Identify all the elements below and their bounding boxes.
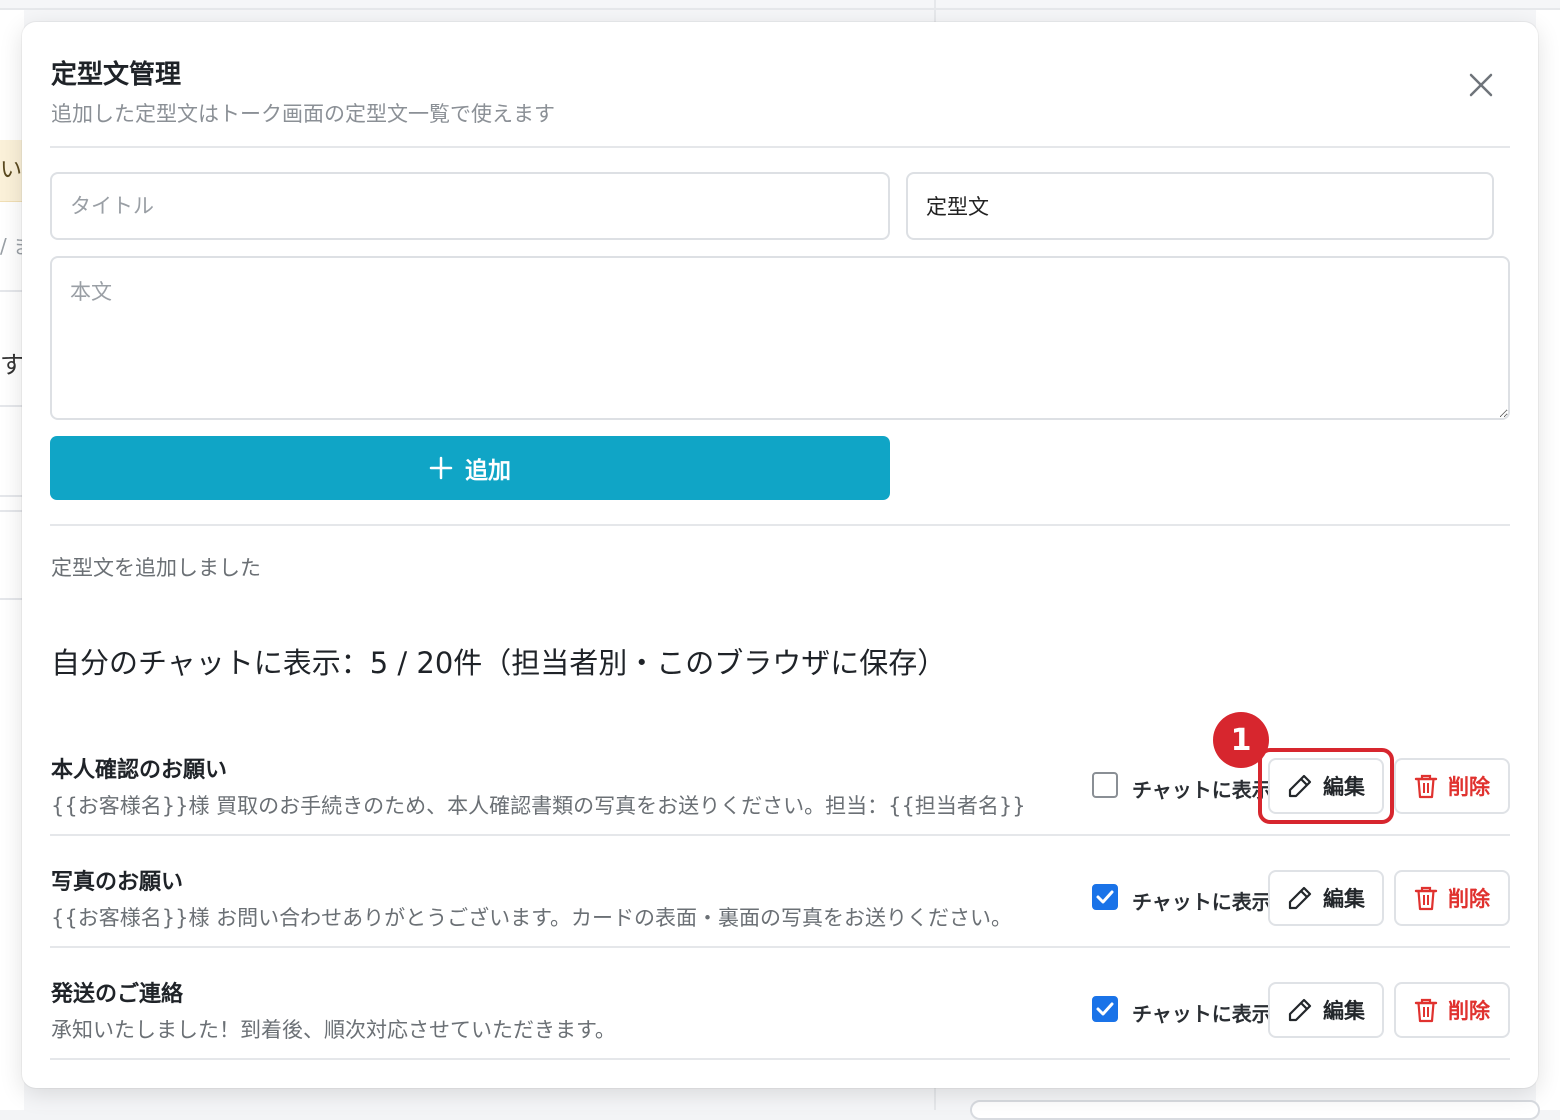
header-divider — [50, 146, 1510, 148]
delete-button[interactable]: 削除 — [1394, 982, 1510, 1038]
body-textarea[interactable] — [50, 256, 1510, 420]
background-row-divider — [0, 598, 24, 600]
background-divider — [0, 8, 1560, 10]
close-button[interactable] — [1462, 66, 1500, 104]
show-in-chat-checkbox[interactable] — [1092, 772, 1118, 798]
delete-button[interactable]: 削除 — [1394, 870, 1510, 926]
close-icon — [1468, 72, 1494, 98]
background-row-divider — [0, 510, 24, 512]
display-count-heading: 自分のチャットに表示：5 / 20件（担当者別・このブラウザに保存） — [51, 640, 946, 682]
pencil-icon — [1287, 997, 1313, 1023]
template-row: 写真のお願い {{お客様名}}様 お問い合わせありがとうございます。カードの表面… — [50, 836, 1510, 948]
template-row: 本人確認のお願い {{お客様名}}様 買取のお手続きのため、本人確認書類の写真を… — [50, 724, 1510, 836]
add-button[interactable]: 追加 — [50, 436, 890, 500]
edit-button[interactable]: 編集 — [1268, 982, 1384, 1038]
checkmark-icon — [1095, 999, 1115, 1019]
show-in-chat-checkbox[interactable] — [1092, 996, 1118, 1022]
background-card — [970, 1100, 1540, 1120]
template-row: 発送のご連絡 承知いたしました！到着後、順次対応させていただきます。 チャットに… — [50, 948, 1510, 1060]
background-row-divider — [0, 290, 24, 292]
pencil-icon — [1287, 773, 1313, 799]
pencil-icon — [1287, 885, 1313, 911]
show-in-chat-label: チャットに表示 — [1132, 774, 1272, 803]
title-input[interactable] — [50, 172, 890, 240]
checkmark-icon — [1095, 887, 1115, 907]
modal-title: 定型文管理 — [51, 54, 181, 91]
annotation-marker: 1 — [1213, 712, 1269, 768]
show-in-chat-checkbox[interactable] — [1092, 884, 1118, 910]
background-warning-banner: い。 — [0, 140, 24, 202]
background-text: す — [0, 345, 24, 380]
trash-icon — [1414, 885, 1438, 911]
add-button-label: 追加 — [465, 451, 511, 485]
background-row-divider — [0, 495, 24, 497]
category-input[interactable] — [906, 172, 1494, 240]
delete-button-label: 削除 — [1448, 995, 1490, 1025]
background-row-divider — [0, 405, 24, 407]
modal-subtitle: 追加した定型文はトーク画面の定型文一覧で使えます — [51, 98, 555, 128]
trash-icon — [1414, 997, 1438, 1023]
status-message: 定型文を追加しました — [51, 552, 261, 582]
template-name: 本人確認のお願い — [51, 752, 227, 784]
delete-button[interactable]: 削除 — [1394, 758, 1510, 814]
background-text: / ま — [0, 230, 24, 259]
template-body: {{お客様名}}様 お問い合わせありがとうございます。カードの表面・裏面の写真を… — [51, 902, 1012, 932]
background-right-panel — [1536, 10, 1560, 1110]
show-in-chat-label: チャットに表示 — [1132, 886, 1272, 915]
edit-button-label: 編集 — [1323, 995, 1365, 1025]
edit-button-label: 編集 — [1323, 771, 1365, 801]
show-in-chat-label: チャットに表示 — [1132, 998, 1272, 1027]
template-body: 承知いたしました！到着後、順次対応させていただきます。 — [51, 1014, 616, 1044]
template-body: {{お客様名}}様 買取のお手続きのため、本人確認書類の写真をお送りください。担… — [51, 790, 1026, 820]
edit-button[interactable]: 編集 — [1268, 870, 1384, 926]
plus-icon — [429, 456, 453, 480]
delete-button-label: 削除 — [1448, 883, 1490, 913]
template-name: 写真のお願い — [51, 864, 183, 896]
edit-button-label: 編集 — [1323, 883, 1365, 913]
form-divider — [50, 524, 1510, 526]
edit-button[interactable]: 編集 — [1268, 758, 1384, 814]
delete-button-label: 削除 — [1448, 771, 1490, 801]
template-name: 発送のご連絡 — [51, 976, 183, 1008]
template-manager-modal: 定型文管理 追加した定型文はトーク画面の定型文一覧で使えます 追加 定型文を追加… — [22, 22, 1538, 1088]
trash-icon — [1414, 773, 1438, 799]
